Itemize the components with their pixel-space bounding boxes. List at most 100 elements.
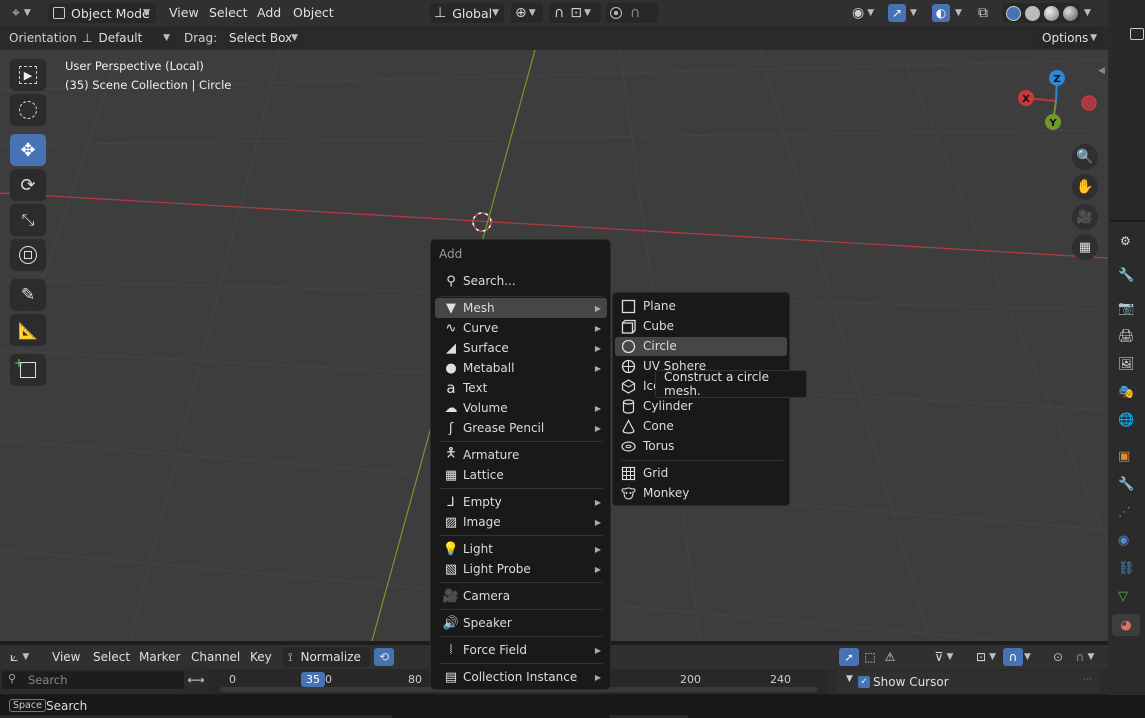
add-menu-item-empty[interactable]: ⅃ Empty ▶: [435, 492, 607, 512]
snap-toggle[interactable]: ∩: [1003, 648, 1023, 666]
drag-handle-icon[interactable]: ⋯: [1083, 675, 1092, 685]
mesh-item-circle[interactable]: Circle: [615, 337, 787, 356]
channel-search[interactable]: ⚲ Search: [2, 671, 184, 689]
add-menu-item-metaball[interactable]: ● Metaball ▶: [435, 358, 607, 378]
mesh-item-grid[interactable]: Grid: [615, 464, 787, 483]
add-cube-tool[interactable]: +: [10, 354, 46, 386]
mesh-item-torus[interactable]: Torus: [615, 437, 787, 456]
add-menu-item-volume[interactable]: ☁ Volume ▶: [435, 398, 607, 418]
add-menu-item-grease-pencil[interactable]: ʃ Grease Pencil ▶: [435, 418, 607, 438]
view-layer-tab-icon[interactable]: 🖼: [1118, 357, 1135, 372]
solid-shading-icon[interactable]: [1025, 5, 1040, 21]
pivot-dropdown[interactable]: ⊡ ▼: [970, 648, 1002, 666]
proportional-toggle[interactable]: ⊙: [1048, 648, 1068, 666]
mesh-item-cylinder[interactable]: Cylinder: [615, 397, 787, 416]
snap-dropdown[interactable]: ▼: [1024, 648, 1038, 666]
data-tab-icon[interactable]: ▽: [1118, 589, 1128, 604]
add-menu-item-curve[interactable]: ∿ Curve ▶: [435, 318, 607, 338]
rotate-tool[interactable]: ⟳: [10, 169, 46, 201]
render-tab-icon[interactable]: 📷: [1118, 301, 1134, 316]
mesh-item-cone[interactable]: Cone: [615, 417, 787, 436]
scale-tool[interactable]: ⤡: [10, 204, 46, 236]
orientation-setting-dropdown[interactable]: ⊥ Default ▼: [78, 28, 175, 48]
options-dropdown[interactable]: Options ▼: [1034, 28, 1102, 48]
overlays-toggle[interactable]: ◐ ▼: [932, 3, 970, 23]
camera-view-button[interactable]: 🎥: [1072, 204, 1098, 230]
shading-options-dropdown[interactable]: ▼: [1084, 3, 1098, 23]
add-menu-item-light[interactable]: 💡 Light ▶: [435, 539, 607, 559]
annotate-tool[interactable]: ✎: [10, 279, 46, 311]
add-menu-item-camera[interactable]: 🎥 Camera: [435, 586, 607, 606]
mesh-item-plane[interactable]: Plane: [615, 297, 787, 316]
pan-button[interactable]: ✋: [1072, 174, 1098, 200]
add-menu-item-mesh[interactable]: ▼ Mesh ▶: [435, 298, 607, 318]
only-errors-toggle[interactable]: ⚠: [880, 648, 900, 666]
add-menu-item-armature[interactable]: 🯅 Armature: [435, 445, 607, 465]
world-tab-icon[interactable]: 🌐: [1118, 413, 1134, 428]
visibility-dropdown[interactable]: ◉ ▼: [852, 3, 884, 23]
timeline-menu-key[interactable]: Key: [250, 650, 272, 664]
auto-normalize-toggle[interactable]: ⟲: [374, 648, 394, 666]
transform-tool[interactable]: [10, 239, 46, 271]
particles-tab-icon[interactable]: ⋰: [1118, 505, 1131, 520]
mesh-item-monkey[interactable]: Monkey: [615, 484, 787, 503]
navigation-gizmo[interactable]: X Z Y: [1010, 64, 1105, 134]
add-menu-item-speaker[interactable]: 🔊 Speaker: [435, 613, 607, 633]
timeline-editor-type[interactable]: ⟀ ▼: [6, 647, 42, 667]
swap-arrows-button[interactable]: ⟷: [186, 671, 206, 689]
physics-tab-icon[interactable]: ◉: [1118, 533, 1129, 548]
cursor-tool[interactable]: [10, 94, 46, 126]
menu-view[interactable]: View: [169, 5, 199, 20]
measure-tool[interactable]: 📐: [10, 314, 46, 346]
add-menu-item-force-field[interactable]: ⦚ Force Field ▶: [435, 640, 607, 660]
timeline-menu-channel[interactable]: Channel: [191, 650, 240, 664]
show-cursor-checkbox[interactable]: ✓: [858, 676, 870, 688]
timeline-menu-select[interactable]: Select: [93, 650, 130, 664]
drag-dropdown[interactable]: Select Box ▼: [223, 28, 303, 48]
add-menu-item-collection-instance[interactable]: ▤ Collection Instance ▶: [435, 667, 607, 687]
add-menu-search[interactable]: ⚲ Search...: [435, 271, 607, 291]
only-selected-toggle[interactable]: ➚: [839, 648, 859, 666]
xray-toggle[interactable]: ⧉: [978, 3, 998, 23]
snapping-dropdown[interactable]: ∩ ⊡ ▼: [549, 3, 601, 23]
modifier-tab-icon[interactable]: 🔧: [1118, 477, 1134, 492]
add-menu-item-lattice[interactable]: ▦ Lattice: [435, 465, 607, 485]
falloff-dropdown[interactable]: ∩ ▼: [1070, 648, 1100, 666]
mesh-item-cube[interactable]: Cube: [615, 317, 787, 336]
timeline-menu-view[interactable]: View: [52, 650, 80, 664]
wireframe-shading-icon[interactable]: [1006, 5, 1021, 21]
add-menu-item-text[interactable]: a Text: [435, 378, 607, 398]
rendered-shading-icon[interactable]: [1063, 5, 1078, 21]
ortho-toggle-button[interactable]: ▦: [1072, 234, 1098, 260]
object-tab-icon[interactable]: ▣: [1118, 449, 1130, 464]
timeline-menu-marker[interactable]: Marker: [139, 650, 180, 664]
properties-editor-icon[interactable]: ⚙: [1120, 234, 1131, 248]
pivot-point-dropdown[interactable]: ⊕ ▼: [511, 3, 543, 23]
material-tab-icon[interactable]: ◕: [1112, 614, 1140, 636]
menu-object[interactable]: Object: [293, 5, 334, 20]
menu-add[interactable]: Add: [257, 5, 281, 20]
proportional-editing-dropdown[interactable]: ∩: [606, 3, 658, 23]
current-frame-indicator[interactable]: 35: [301, 672, 325, 687]
add-menu-item-light-probe[interactable]: ▧ Light Probe ▶: [435, 559, 607, 579]
filter-dropdown[interactable]: ⊽ ▼: [928, 648, 960, 666]
material-shading-icon[interactable]: [1044, 5, 1059, 21]
collapse-chevron-icon[interactable]: ▼: [846, 674, 853, 684]
outliner-filter-icon[interactable]: [1130, 28, 1144, 40]
sidebar-toggle[interactable]: ◀: [1098, 66, 1105, 76]
mode-dropdown[interactable]: Object Mode ▼: [48, 3, 156, 23]
gizmo-toggle[interactable]: ↗ ▼: [888, 3, 924, 23]
output-tab-icon[interactable]: 🖨: [1118, 329, 1135, 344]
normalize-toggle[interactable]: ⟟ Normalize: [283, 647, 370, 667]
menu-select[interactable]: Select: [209, 5, 248, 20]
select-box-tool[interactable]: ▶: [10, 59, 46, 91]
transform-orientation-dropdown[interactable]: ⊥ Global ▼: [430, 3, 504, 23]
scene-tab-icon[interactable]: 🎭: [1118, 385, 1134, 400]
editor-type-button[interactable]: ⌖ ▼: [6, 3, 42, 23]
tool-tab-icon[interactable]: 🔧: [1118, 268, 1134, 283]
add-menu-item-surface[interactable]: ◢ Surface ▶: [435, 338, 607, 358]
constraints-tab-icon[interactable]: ⛓: [1118, 561, 1135, 576]
add-menu-item-image[interactable]: ▨ Image ▶: [435, 512, 607, 532]
show-hidden-toggle[interactable]: ⬚: [860, 648, 880, 666]
zoom-button[interactable]: 🔍: [1072, 144, 1098, 170]
